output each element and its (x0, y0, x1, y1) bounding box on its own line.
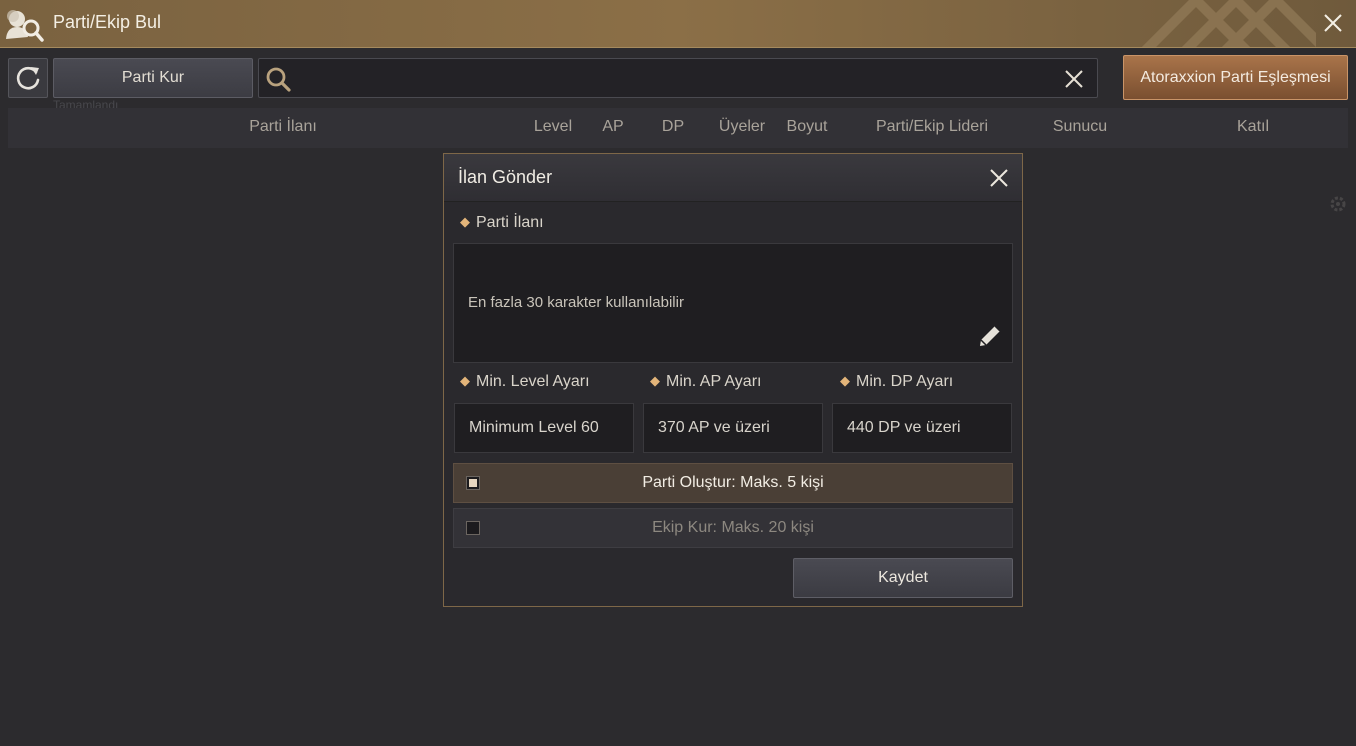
column-leader[interactable]: Parti/Ekip Lideri (876, 118, 988, 136)
refresh-icon (16, 66, 40, 90)
column-members[interactable]: Üyeler (719, 118, 765, 136)
dialog-title: İlan Gönder (458, 167, 553, 187)
list-column-header: Parti İlanı Level AP DP Üyeler Boyut Par… (8, 108, 1348, 148)
squad-checkbox[interactable] (466, 521, 480, 535)
search-input[interactable] (299, 59, 1049, 97)
create-party-option-label: Parti Oluştur: Maks. 5 kişi (642, 474, 824, 491)
gear-icon (1330, 196, 1346, 212)
window-title: Parti/Ekip Bul (53, 12, 162, 32)
post-ad-dialog: İlan Gönder ◆ Parti İlanı En fazla 30 kar… (443, 153, 1023, 607)
search-box[interactable] (258, 58, 1098, 98)
save-button[interactable]: Kaydet (793, 558, 1013, 598)
min-dp-label: ◆ Min. DP Ayarı (840, 373, 954, 390)
diamond-bullet-icon: ◆ (840, 373, 850, 388)
column-ap[interactable]: AP (602, 118, 623, 136)
refresh-button[interactable] (8, 58, 48, 98)
party-ad-textarea[interactable]: En fazla 30 karakter kullanılabilir (453, 243, 1013, 363)
column-server[interactable]: Sunucu (1053, 118, 1107, 136)
create-squad-option-label: Ekip Kur: Maks. 20 kişi (652, 519, 814, 536)
min-level-label: ◆ Min. Level Ayarı (460, 373, 590, 390)
min-ap-label: ◆ Min. AP Ayarı (650, 373, 762, 390)
column-size[interactable]: Boyut (787, 118, 828, 136)
party-ad-label: ◆ Parti İlanı (460, 214, 544, 231)
diamond-bullet-icon: ◆ (460, 373, 470, 388)
search-icon (266, 67, 291, 92)
title-bar: Parti/Ekip Bul (0, 0, 1356, 48)
party-checkbox[interactable] (466, 476, 480, 490)
create-party-button[interactable]: Parti Kur (53, 58, 253, 98)
create-squad-option[interactable]: Ekip Kur: Maks. 20 kişi (453, 508, 1013, 548)
dialog-header: İlan Gönder (444, 154, 1022, 202)
column-party-ad[interactable]: Parti İlanı (249, 118, 317, 136)
min-dp-field[interactable]: 440 DP ve üzeri (832, 403, 1012, 453)
column-level[interactable]: Level (534, 118, 572, 136)
column-dp[interactable]: DP (662, 118, 684, 136)
column-join[interactable]: Katıl (1237, 118, 1269, 136)
clear-search-icon[interactable] (1063, 68, 1085, 90)
min-level-field[interactable]: Minimum Level 60 (454, 403, 634, 453)
title-decoration (1141, 0, 1316, 47)
create-party-option[interactable]: Parti Oluştur: Maks. 5 kişi (453, 463, 1013, 503)
pencil-icon[interactable] (976, 322, 1004, 350)
dialog-close-icon[interactable] (988, 167, 1010, 189)
diamond-bullet-icon: ◆ (650, 373, 660, 388)
atoraxxion-match-button[interactable]: Atoraxxion Parti Eşleşmesi (1123, 55, 1348, 100)
party-ad-placeholder: En fazla 30 karakter kullanılabilir (468, 294, 684, 311)
diamond-bullet-icon: ◆ (460, 214, 470, 229)
party-search-icon (6, 10, 44, 42)
min-ap-field[interactable]: 370 AP ve üzeri (643, 403, 823, 453)
close-icon[interactable] (1322, 12, 1344, 34)
